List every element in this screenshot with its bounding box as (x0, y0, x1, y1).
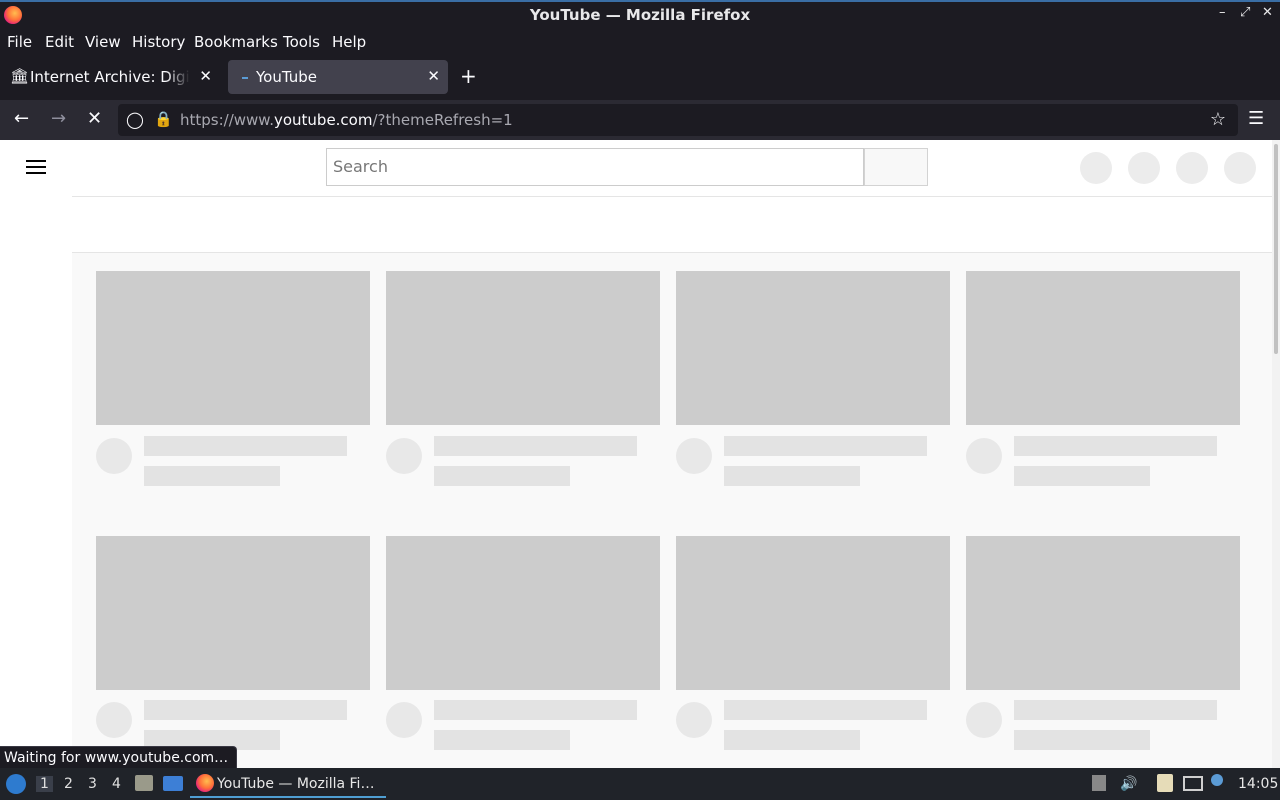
bookmark-star-icon[interactable]: ☆ (1210, 109, 1226, 130)
stop-loading-button[interactable]: ✕ (87, 108, 102, 129)
avatar-placeholder (386, 438, 422, 474)
avatar-placeholder (96, 438, 132, 474)
tab-internet-archive[interactable]: 🏛 Internet Archive: Digital Library ✕ (0, 60, 220, 94)
workspace-1[interactable]: 1 (36, 776, 53, 792)
page-scrollbar[interactable] (1272, 140, 1280, 768)
menu-help[interactable]: Help (332, 33, 366, 51)
search-input[interactable] (327, 149, 859, 183)
clock: 14:05 (1238, 776, 1279, 792)
task-label: YouTube — Mozilla Fi… (217, 776, 375, 792)
volume-icon[interactable]: 🔊 (1120, 776, 1137, 792)
thumbnail-placeholder (676, 536, 950, 690)
tab-bar: 🏛 Internet Archive: Digital Library ✕ Yo… (0, 55, 1280, 100)
thumbnail-placeholder (386, 271, 660, 425)
minimize-icon[interactable]: – (1219, 5, 1226, 20)
menu-edit[interactable]: Edit (45, 33, 74, 51)
guide-menu-icon[interactable] (26, 160, 46, 174)
loading-indicator-icon (242, 77, 248, 79)
tab-youtube[interactable]: YouTube ✕ (228, 60, 448, 94)
workspace-3[interactable]: 3 (88, 776, 97, 792)
lock-icon[interactable]: 🔒 (154, 110, 173, 128)
close-tab-icon[interactable]: ✕ (199, 67, 212, 85)
navigation-bar: ← → ✕ ◯ 🔒 https://www.youtube.com/?theme… (0, 100, 1280, 140)
url-bar[interactable]: ◯ 🔒 https://www.youtube.com/?themeRefres… (118, 104, 1238, 136)
title-placeholder (144, 700, 347, 720)
avatar-placeholder (966, 438, 1002, 474)
tab-label: Internet Archive: Digital Library (30, 68, 190, 86)
taskbar: 1 2 3 4 YouTube — Mozilla Fi… 🔊 14:05 (0, 768, 1280, 800)
close-window-icon[interactable]: ✕ (1262, 5, 1273, 20)
meta-placeholder (144, 466, 280, 486)
placeholder-icon (1176, 152, 1208, 184)
meta-placeholder (724, 730, 860, 750)
title-placeholder (724, 436, 927, 456)
meta-placeholder (434, 466, 570, 486)
chip-bar (72, 196, 1272, 253)
taskbar-firefox-window[interactable]: YouTube — Mozilla Fi… (190, 770, 386, 798)
menu-bookmarks[interactable]: Bookmarks (194, 33, 278, 51)
workspace-2[interactable]: 2 (64, 776, 73, 792)
forward-button[interactable]: → (51, 108, 66, 129)
show-desktop-icon[interactable] (163, 776, 183, 791)
menu-history[interactable]: History (132, 33, 185, 51)
menu-tools[interactable]: Tools (283, 33, 320, 51)
title-placeholder (144, 436, 347, 456)
scrollbar-thumb[interactable] (1274, 144, 1278, 354)
title-placeholder (434, 700, 637, 720)
placeholder-icon (1080, 152, 1112, 184)
sidebar (0, 196, 72, 768)
title-placeholder (724, 700, 927, 720)
avatar-placeholder (386, 702, 422, 738)
status-text: Waiting for www.youtube.com… (0, 746, 238, 769)
youtube-page (0, 140, 1272, 768)
thumbnail-placeholder (96, 271, 370, 425)
thumbnail-placeholder (386, 536, 660, 690)
notification-icon[interactable] (1211, 774, 1223, 786)
meta-placeholder (724, 466, 860, 486)
firefox-logo-icon (196, 774, 214, 792)
placeholder-icon (1224, 152, 1256, 184)
title-placeholder (1014, 700, 1217, 720)
avatar-placeholder (966, 702, 1002, 738)
start-menu-icon[interactable] (6, 774, 26, 794)
masthead (0, 140, 1272, 196)
close-tab-icon[interactable]: ✕ (427, 67, 440, 85)
search-box[interactable] (326, 148, 864, 186)
archive-icon: 🏛 (10, 67, 30, 85)
url-text[interactable]: https://www.youtube.com/?themeRefresh=1 (180, 111, 513, 129)
new-tab-button[interactable]: + (460, 64, 477, 88)
thumbnail-placeholder (966, 271, 1240, 425)
back-button[interactable]: ← (14, 108, 29, 129)
avatar-placeholder (96, 702, 132, 738)
tab-label: YouTube (256, 68, 317, 86)
avatar-placeholder (676, 702, 712, 738)
menu-file[interactable]: File (7, 33, 32, 51)
tray-up-icon[interactable] (1092, 775, 1106, 791)
thumbnail-placeholder (96, 536, 370, 690)
maximize-icon[interactable]: ⤢ (1240, 5, 1250, 20)
clipboard-icon[interactable] (1157, 774, 1173, 792)
window-title: YouTube — Mozilla Firefox (529, 6, 751, 24)
avatar-placeholder (676, 438, 712, 474)
thumbnail-placeholder (966, 536, 1240, 690)
menu-bar: File Edit View History Bookmarks Tools H… (0, 29, 1280, 55)
meta-placeholder (1014, 466, 1150, 486)
menu-view[interactable]: View (85, 33, 121, 51)
search-button[interactable] (864, 148, 928, 186)
network-icon[interactable] (1183, 776, 1203, 791)
thumbnail-placeholder (676, 271, 950, 425)
workspace-4[interactable]: 4 (112, 776, 121, 792)
meta-placeholder (434, 730, 570, 750)
file-manager-icon[interactable] (135, 775, 153, 791)
title-placeholder (434, 436, 637, 456)
window-titlebar: YouTube — Mozilla Firefox – ⤢ ✕ (0, 0, 1280, 29)
tracking-shield-icon[interactable]: ◯ (126, 110, 144, 129)
app-menu-icon[interactable]: ☰ (1248, 108, 1264, 129)
title-placeholder (1014, 436, 1217, 456)
placeholder-icon (1128, 152, 1160, 184)
meta-placeholder (1014, 730, 1150, 750)
